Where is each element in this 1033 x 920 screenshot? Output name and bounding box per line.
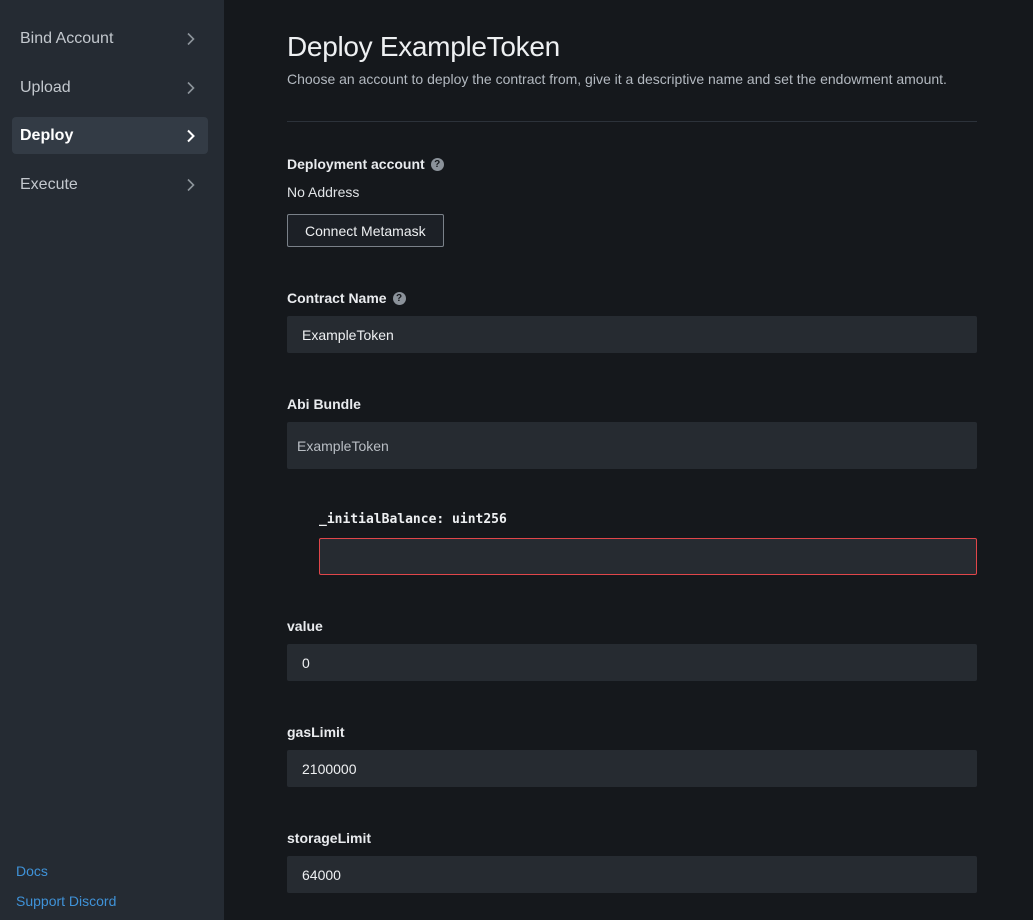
divider <box>287 121 977 122</box>
storage-limit-label: storageLimit <box>287 830 372 846</box>
initial-balance-input[interactable] <box>319 538 977 575</box>
sidebar-item-execute[interactable]: Execute <box>12 166 208 203</box>
abi-bundle-select[interactable]: ExampleToken <box>287 422 977 469</box>
storage-limit-input[interactable] <box>287 856 977 893</box>
page-subtitle: Choose an account to deploy the contract… <box>287 71 947 87</box>
value-label: value <box>287 618 323 634</box>
abi-bundle-selected: ExampleToken <box>297 437 389 454</box>
sidebar-item-label: Upload <box>20 78 71 96</box>
deployment-account-label: Deployment account ? <box>287 156 444 172</box>
gas-limit-input[interactable] <box>287 750 977 787</box>
docs-link[interactable]: Docs <box>16 863 48 879</box>
value-input[interactable] <box>287 644 977 681</box>
contract-name-input[interactable] <box>287 316 977 353</box>
support-discord-link[interactable]: Support Discord <box>16 893 116 909</box>
question-circle-icon[interactable]: ? <box>392 291 406 305</box>
field-label: Deployment account <box>287 156 425 172</box>
sidebar-item-label: Execute <box>20 175 78 193</box>
initial-balance-label: _initialBalance: uint256 <box>319 512 507 527</box>
chevron-right-icon <box>186 129 196 143</box>
sidebar-item-label: Deploy <box>20 126 74 144</box>
chevron-right-icon <box>186 32 196 46</box>
connect-metamask-button[interactable]: Connect Metamask <box>287 214 444 247</box>
abi-bundle-label: Abi Bundle <box>287 396 361 412</box>
sidebar-item-upload[interactable]: Upload <box>12 69 208 106</box>
sidebar-item-deploy[interactable]: Deploy <box>12 117 208 154</box>
deployment-address: No Address <box>287 184 360 200</box>
contract-name-label: Contract Name ? <box>287 290 406 306</box>
question-circle-icon[interactable]: ? <box>430 157 444 171</box>
chevron-right-icon <box>186 178 196 192</box>
sidebar: Bind Account Upload Deploy Execute Docs … <box>0 0 224 920</box>
sidebar-item-bind-account[interactable]: Bind Account <box>12 20 208 57</box>
field-label: Contract Name <box>287 290 387 306</box>
chevron-right-icon <box>186 81 196 95</box>
sidebar-item-label: Bind Account <box>20 29 114 47</box>
gas-limit-label: gasLimit <box>287 724 345 740</box>
page-title: Deploy ExampleToken <box>287 31 560 62</box>
